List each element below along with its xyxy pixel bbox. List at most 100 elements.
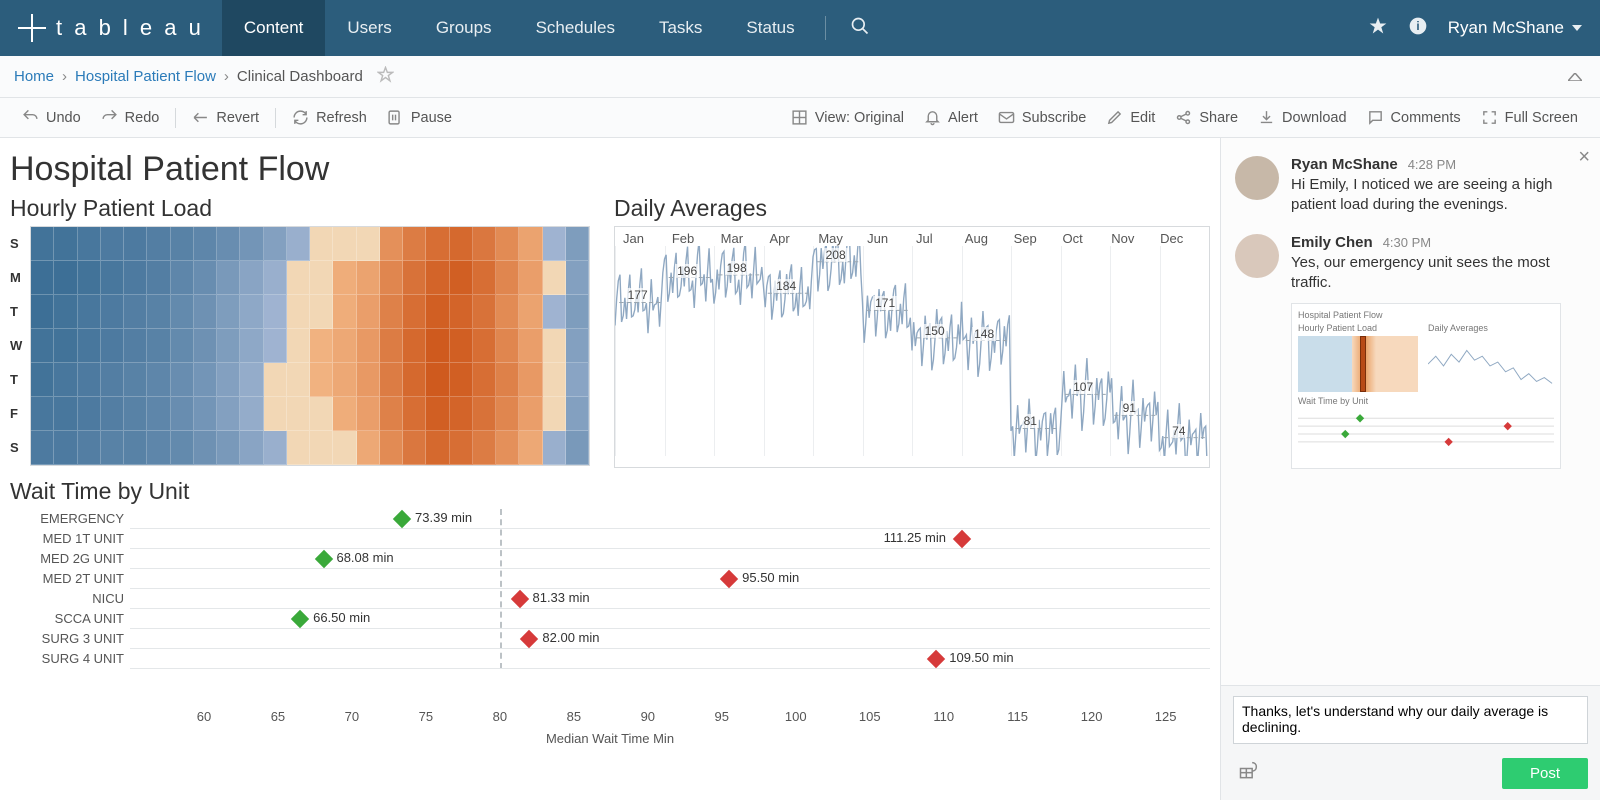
heatmap-cell[interactable] xyxy=(78,261,101,295)
favorite-star-icon[interactable] xyxy=(377,66,394,88)
heatmap-cell[interactable] xyxy=(31,397,54,431)
heatmap-cell[interactable] xyxy=(566,227,589,261)
heatmap-cell[interactable] xyxy=(240,227,263,261)
pause-button[interactable]: Pause xyxy=(377,105,462,130)
heatmap-cell[interactable] xyxy=(519,397,542,431)
wait-time-point[interactable] xyxy=(927,650,945,668)
heatmap-cell[interactable] xyxy=(519,431,542,465)
heatmap-cell[interactable] xyxy=(380,397,403,431)
heatmap-cell[interactable] xyxy=(566,363,589,397)
heatmap-cell[interactable] xyxy=(287,363,310,397)
heatmap-cell[interactable] xyxy=(287,227,310,261)
undo-button[interactable]: Undo xyxy=(12,105,91,130)
heatmap-cell[interactable] xyxy=(124,431,147,465)
heatmap-cell[interactable] xyxy=(264,363,287,397)
heatmap-cell[interactable] xyxy=(473,363,496,397)
heatmap-cell[interactable] xyxy=(380,261,403,295)
heatmap-cell[interactable] xyxy=(124,397,147,431)
heatmap-cell[interactable] xyxy=(54,363,77,397)
heatmap-cell[interactable] xyxy=(31,363,54,397)
heatmap-cell[interactable] xyxy=(473,227,496,261)
heatmap-cell[interactable] xyxy=(78,431,101,465)
heatmap-cell[interactable] xyxy=(78,397,101,431)
heatmap-cell[interactable] xyxy=(217,431,240,465)
heatmap-cell[interactable] xyxy=(357,227,380,261)
heatmap-cell[interactable] xyxy=(171,363,194,397)
heatmap-cell[interactable] xyxy=(54,431,77,465)
wait-time-point[interactable] xyxy=(720,570,738,588)
heatmap-cell[interactable] xyxy=(310,295,333,329)
alert-button[interactable]: Alert xyxy=(914,105,988,130)
heatmap-cell[interactable] xyxy=(310,227,333,261)
heatmap-cell[interactable] xyxy=(124,363,147,397)
heatmap-cell[interactable] xyxy=(566,329,589,363)
heatmap-cell[interactable] xyxy=(31,261,54,295)
heatmap-cell[interactable] xyxy=(31,227,54,261)
heatmap-cell[interactable] xyxy=(403,295,426,329)
heatmap-cell[interactable] xyxy=(287,295,310,329)
heatmap-cell[interactable] xyxy=(124,295,147,329)
heatmap-cell[interactable] xyxy=(566,261,589,295)
wait-time-chart[interactable]: EMERGENCYMED 1T UNITMED 2G UNITMED 2T UN… xyxy=(10,509,1210,709)
heatmap-cell[interactable] xyxy=(473,329,496,363)
heatmap-cell[interactable] xyxy=(519,261,542,295)
heatmap-cell[interactable] xyxy=(357,397,380,431)
heatmap-cell[interactable] xyxy=(403,329,426,363)
heatmap-cell[interactable] xyxy=(124,261,147,295)
heatmap-cell[interactable] xyxy=(217,227,240,261)
heatmap-chart[interactable]: SMTWTFS xyxy=(10,226,600,466)
heatmap-cell[interactable] xyxy=(264,397,287,431)
heatmap-cell[interactable] xyxy=(566,431,589,465)
heatmap-cell[interactable] xyxy=(31,295,54,329)
wait-time-point[interactable] xyxy=(314,550,332,568)
heatmap-cell[interactable] xyxy=(147,363,170,397)
heatmap-cell[interactable] xyxy=(426,397,449,431)
heatmap-cell[interactable] xyxy=(450,397,473,431)
heatmap-cell[interactable] xyxy=(101,363,124,397)
heatmap-cell[interactable] xyxy=(287,261,310,295)
heatmap-cell[interactable] xyxy=(333,295,356,329)
heatmap-cell[interactable] xyxy=(333,261,356,295)
heatmap-cell[interactable] xyxy=(264,227,287,261)
heatmap-cell[interactable] xyxy=(357,295,380,329)
heatmap-cell[interactable] xyxy=(147,227,170,261)
heatmap-cell[interactable] xyxy=(147,329,170,363)
heatmap-cell[interactable] xyxy=(426,261,449,295)
heatmap-cell[interactable] xyxy=(171,329,194,363)
heatmap-cell[interactable] xyxy=(217,363,240,397)
heatmap-cell[interactable] xyxy=(496,227,519,261)
search-icon[interactable] xyxy=(842,8,878,49)
brand-logo[interactable]: t a b l e a u xyxy=(0,14,222,42)
heatmap-cell[interactable] xyxy=(101,261,124,295)
heatmap-cell[interactable] xyxy=(473,295,496,329)
wait-time-point[interactable] xyxy=(520,630,538,648)
collapse-caret-icon[interactable] xyxy=(1564,64,1586,90)
heatmap-cell[interactable] xyxy=(496,261,519,295)
heatmap-cell[interactable] xyxy=(473,397,496,431)
nav-groups[interactable]: Groups xyxy=(414,0,514,56)
heatmap-cell[interactable] xyxy=(124,227,147,261)
heatmap-cell[interactable] xyxy=(194,329,217,363)
heatmap-cell[interactable] xyxy=(78,363,101,397)
heatmap-cell[interactable] xyxy=(310,261,333,295)
heatmap-cell[interactable] xyxy=(357,329,380,363)
revert-button[interactable]: Revert xyxy=(182,105,269,130)
comment-snapshot-thumb[interactable]: Hospital Patient Flow Hourly Patient Loa… xyxy=(1291,303,1561,469)
heatmap-cell[interactable] xyxy=(147,431,170,465)
heatmap-cell[interactable] xyxy=(380,329,403,363)
heatmap-cell[interactable] xyxy=(54,295,77,329)
wait-time-point[interactable] xyxy=(953,530,971,548)
heatmap-cell[interactable] xyxy=(194,363,217,397)
nav-schedules[interactable]: Schedules xyxy=(514,0,637,56)
heatmap-cell[interactable] xyxy=(380,363,403,397)
heatmap-cell[interactable] xyxy=(380,227,403,261)
heatmap-cell[interactable] xyxy=(450,363,473,397)
user-menu[interactable]: Ryan McShane xyxy=(1448,18,1582,38)
heatmap-cell[interactable] xyxy=(287,431,310,465)
subscribe-button[interactable]: Subscribe xyxy=(988,105,1096,130)
breadcrumb-parent[interactable]: Hospital Patient Flow xyxy=(75,68,216,85)
heatmap-cell[interactable] xyxy=(519,227,542,261)
heatmap-cell[interactable] xyxy=(496,431,519,465)
heatmap-cell[interactable] xyxy=(147,397,170,431)
heatmap-cell[interactable] xyxy=(54,329,77,363)
